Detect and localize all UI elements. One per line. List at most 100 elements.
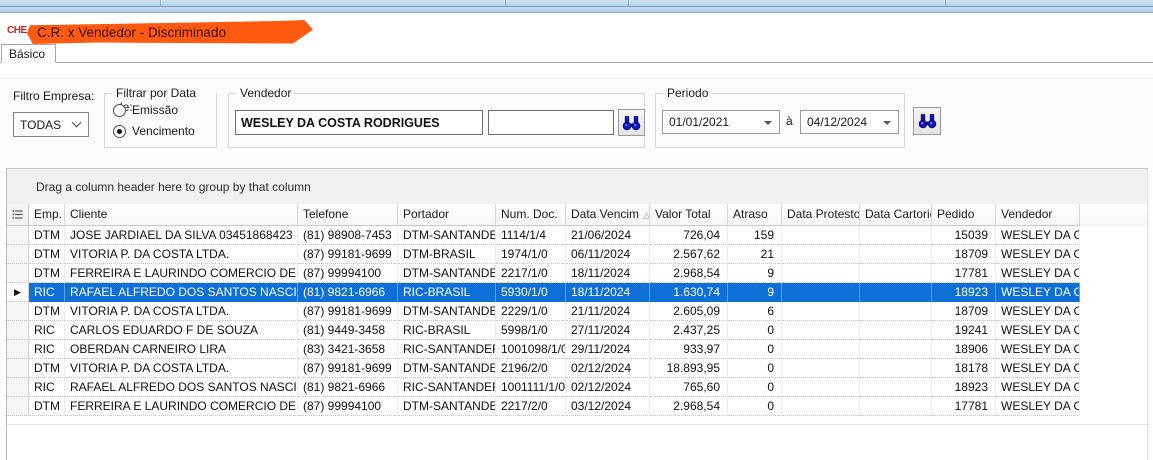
tab-basico[interactable]: Básico bbox=[1, 44, 56, 63]
cell: 2.605,09 bbox=[650, 302, 728, 321]
vendedor-code-field[interactable] bbox=[488, 110, 614, 135]
cell: RIC-BRASIL bbox=[398, 321, 496, 340]
table-row[interactable]: DTMJOSE JARDIAEL DA SILVA 03451868423(81… bbox=[7, 226, 1147, 245]
cell: 18923 bbox=[932, 283, 996, 302]
cell bbox=[860, 283, 932, 302]
column-header-label: Cliente bbox=[70, 207, 107, 221]
cell bbox=[782, 264, 860, 283]
radio-vencimento[interactable]: Vencimento bbox=[113, 124, 195, 138]
column-header-cliente[interactable]: Cliente bbox=[65, 204, 298, 226]
table-row[interactable]: DTMVITORIA P. DA COSTA LTDA.(87) 99181-9… bbox=[7, 302, 1147, 321]
vendedor-search-button[interactable] bbox=[618, 109, 645, 136]
cell: WESLEY DA COS bbox=[996, 378, 1080, 397]
empresa-combobox[interactable]: TODAS bbox=[13, 112, 89, 137]
column-header-data-protesto[interactable]: Data Protesto bbox=[782, 204, 860, 226]
cell: 1114/1/4 bbox=[496, 226, 566, 245]
empresa-filter-label: Filtro Empresa: bbox=[13, 89, 94, 103]
dropdown-arrow-icon bbox=[883, 121, 891, 125]
cell: 27/11/2024 bbox=[566, 321, 650, 340]
column-header-pedido[interactable]: Pedido bbox=[932, 204, 996, 226]
periodo-group-label: Periodo bbox=[663, 86, 712, 100]
table-row[interactable]: DTMVITORIA P. DA COSTA LTDA.(87) 99181-9… bbox=[7, 359, 1147, 378]
cell: CARLOS EDUARDO F DE SOUZA bbox=[65, 321, 298, 340]
vendedor-name-field[interactable] bbox=[235, 110, 483, 135]
cell bbox=[782, 397, 860, 416]
cell: 21/06/2024 bbox=[566, 226, 650, 245]
cell: 2.437,25 bbox=[650, 321, 728, 340]
cell bbox=[860, 226, 932, 245]
cell: FERREIRA E LAURINDO COMERCIO DE ARMAR bbox=[65, 264, 298, 283]
cell: RIC bbox=[29, 340, 65, 359]
filter-panel: Filtro Empresa: TODAS Filtrar por Data d… bbox=[0, 78, 1153, 168]
table-row[interactable]: DTMVITORIA P. DA COSTA LTDA.(87) 99181-9… bbox=[7, 245, 1147, 264]
cell: WESLEY DA COS bbox=[996, 340, 1080, 359]
data-grid: Drag a column header here to group by th… bbox=[6, 168, 1148, 460]
cell: WESLEY DA COS bbox=[996, 226, 1080, 245]
column-header-label: Data Protesto bbox=[787, 207, 860, 221]
cell: RIC bbox=[29, 283, 65, 302]
periodo-search-button[interactable] bbox=[913, 107, 941, 135]
cell: 9 bbox=[728, 264, 782, 283]
cell: OBERDAN CARNEIRO LIRA bbox=[65, 340, 298, 359]
cell: 0 bbox=[728, 359, 782, 378]
cell bbox=[782, 226, 860, 245]
tab-bar: Básico bbox=[0, 44, 1153, 63]
periodo-from-datepicker[interactable]: 01/01/2021 bbox=[662, 110, 780, 134]
cell: 2.968,54 bbox=[650, 397, 728, 416]
cell: RAFAEL ALFREDO DOS SANTOS NASCIMENTO bbox=[65, 283, 298, 302]
current-row-indicator-icon: ▶ bbox=[7, 283, 29, 302]
cell: DTM bbox=[29, 302, 65, 321]
cell: 19241 bbox=[932, 321, 996, 340]
column-header-data-vencim[interactable]: Data Vencim△ bbox=[566, 204, 650, 226]
window-top-strip bbox=[0, 0, 1153, 13]
radio-emissao[interactable]: Emissão bbox=[113, 103, 178, 117]
column-header-portador[interactable]: Portador bbox=[398, 204, 496, 226]
cell: 2.968,54 bbox=[650, 264, 728, 283]
cell: DTM bbox=[29, 264, 65, 283]
cell: 1001111/1/0 bbox=[496, 378, 566, 397]
cell: (87) 99994100 bbox=[298, 397, 398, 416]
cell: DTM-SANTANDER bbox=[398, 397, 496, 416]
column-header-atraso[interactable]: Atraso bbox=[728, 204, 782, 226]
table-row[interactable]: RICOBERDAN CARNEIRO LIRA(83) 3421-3658RI… bbox=[7, 340, 1147, 359]
row-indicator bbox=[7, 302, 29, 321]
table-row[interactable]: RICRAFAEL ALFREDO DOS SANTOS NASCIMENTO(… bbox=[7, 378, 1147, 397]
column-header-label: Data Vencim bbox=[571, 207, 639, 221]
binoculars-icon bbox=[918, 113, 937, 129]
cell: RIC-SANTANDER bbox=[398, 340, 496, 359]
cell bbox=[860, 397, 932, 416]
cell: 06/11/2024 bbox=[566, 245, 650, 264]
column-header-num-doc-[interactable]: Num. Doc. bbox=[496, 204, 566, 226]
cell: 765,60 bbox=[650, 378, 728, 397]
cell: 18.893,95 bbox=[650, 359, 728, 378]
cell: FERREIRA E LAURINDO COMERCIO DE ARMAR bbox=[65, 397, 298, 416]
dropdown-arrow-icon bbox=[764, 121, 772, 125]
cell: WESLEY DA COS bbox=[996, 359, 1080, 378]
cell bbox=[860, 340, 932, 359]
table-row[interactable]: ▶RICRAFAEL ALFREDO DOS SANTOS NASCIMENTO… bbox=[7, 283, 1147, 302]
column-header-data-cartorio[interactable]: Data Cartorio bbox=[860, 204, 932, 226]
column-header-valor-total[interactable]: Valor Total bbox=[650, 204, 728, 226]
cell: DTM bbox=[29, 359, 65, 378]
periodo-to-datepicker[interactable]: 04/12/2024 bbox=[800, 110, 899, 134]
groupby-panel[interactable]: Drag a column header here to group by th… bbox=[7, 169, 1147, 204]
radio-unselected-icon bbox=[113, 104, 126, 117]
table-row[interactable]: DTMFERREIRA E LAURINDO COMERCIO DE ARMAR… bbox=[7, 397, 1147, 416]
cell: DTM-SANTANDER bbox=[398, 302, 496, 321]
table-row[interactable]: RICCARLOS EDUARDO F DE SOUZA(81) 9449-34… bbox=[7, 321, 1147, 340]
column-header-label: Data Cartorio bbox=[865, 207, 932, 221]
periodo-from-value: 01/01/2021 bbox=[669, 115, 729, 129]
cell: 18906 bbox=[932, 340, 996, 359]
cell: DTM-SANTANDER bbox=[398, 226, 496, 245]
periodo-connector-label: à bbox=[786, 114, 793, 128]
column-header-vendedor[interactable]: Vendedor bbox=[996, 204, 1080, 226]
table-row[interactable]: DTMFERREIRA E LAURINDO COMERCIO DE ARMAR… bbox=[7, 264, 1147, 283]
column-header-label: Emp. bbox=[34, 207, 62, 221]
column-header-label: Atraso bbox=[733, 207, 768, 221]
column-header-emp-[interactable]: Emp. bbox=[29, 204, 65, 226]
cell bbox=[782, 302, 860, 321]
column-header-label: Valor Total bbox=[655, 207, 711, 221]
column-header-telefone[interactable]: Telefone bbox=[298, 204, 398, 226]
cell: 15039 bbox=[932, 226, 996, 245]
row-indicator bbox=[7, 245, 29, 264]
